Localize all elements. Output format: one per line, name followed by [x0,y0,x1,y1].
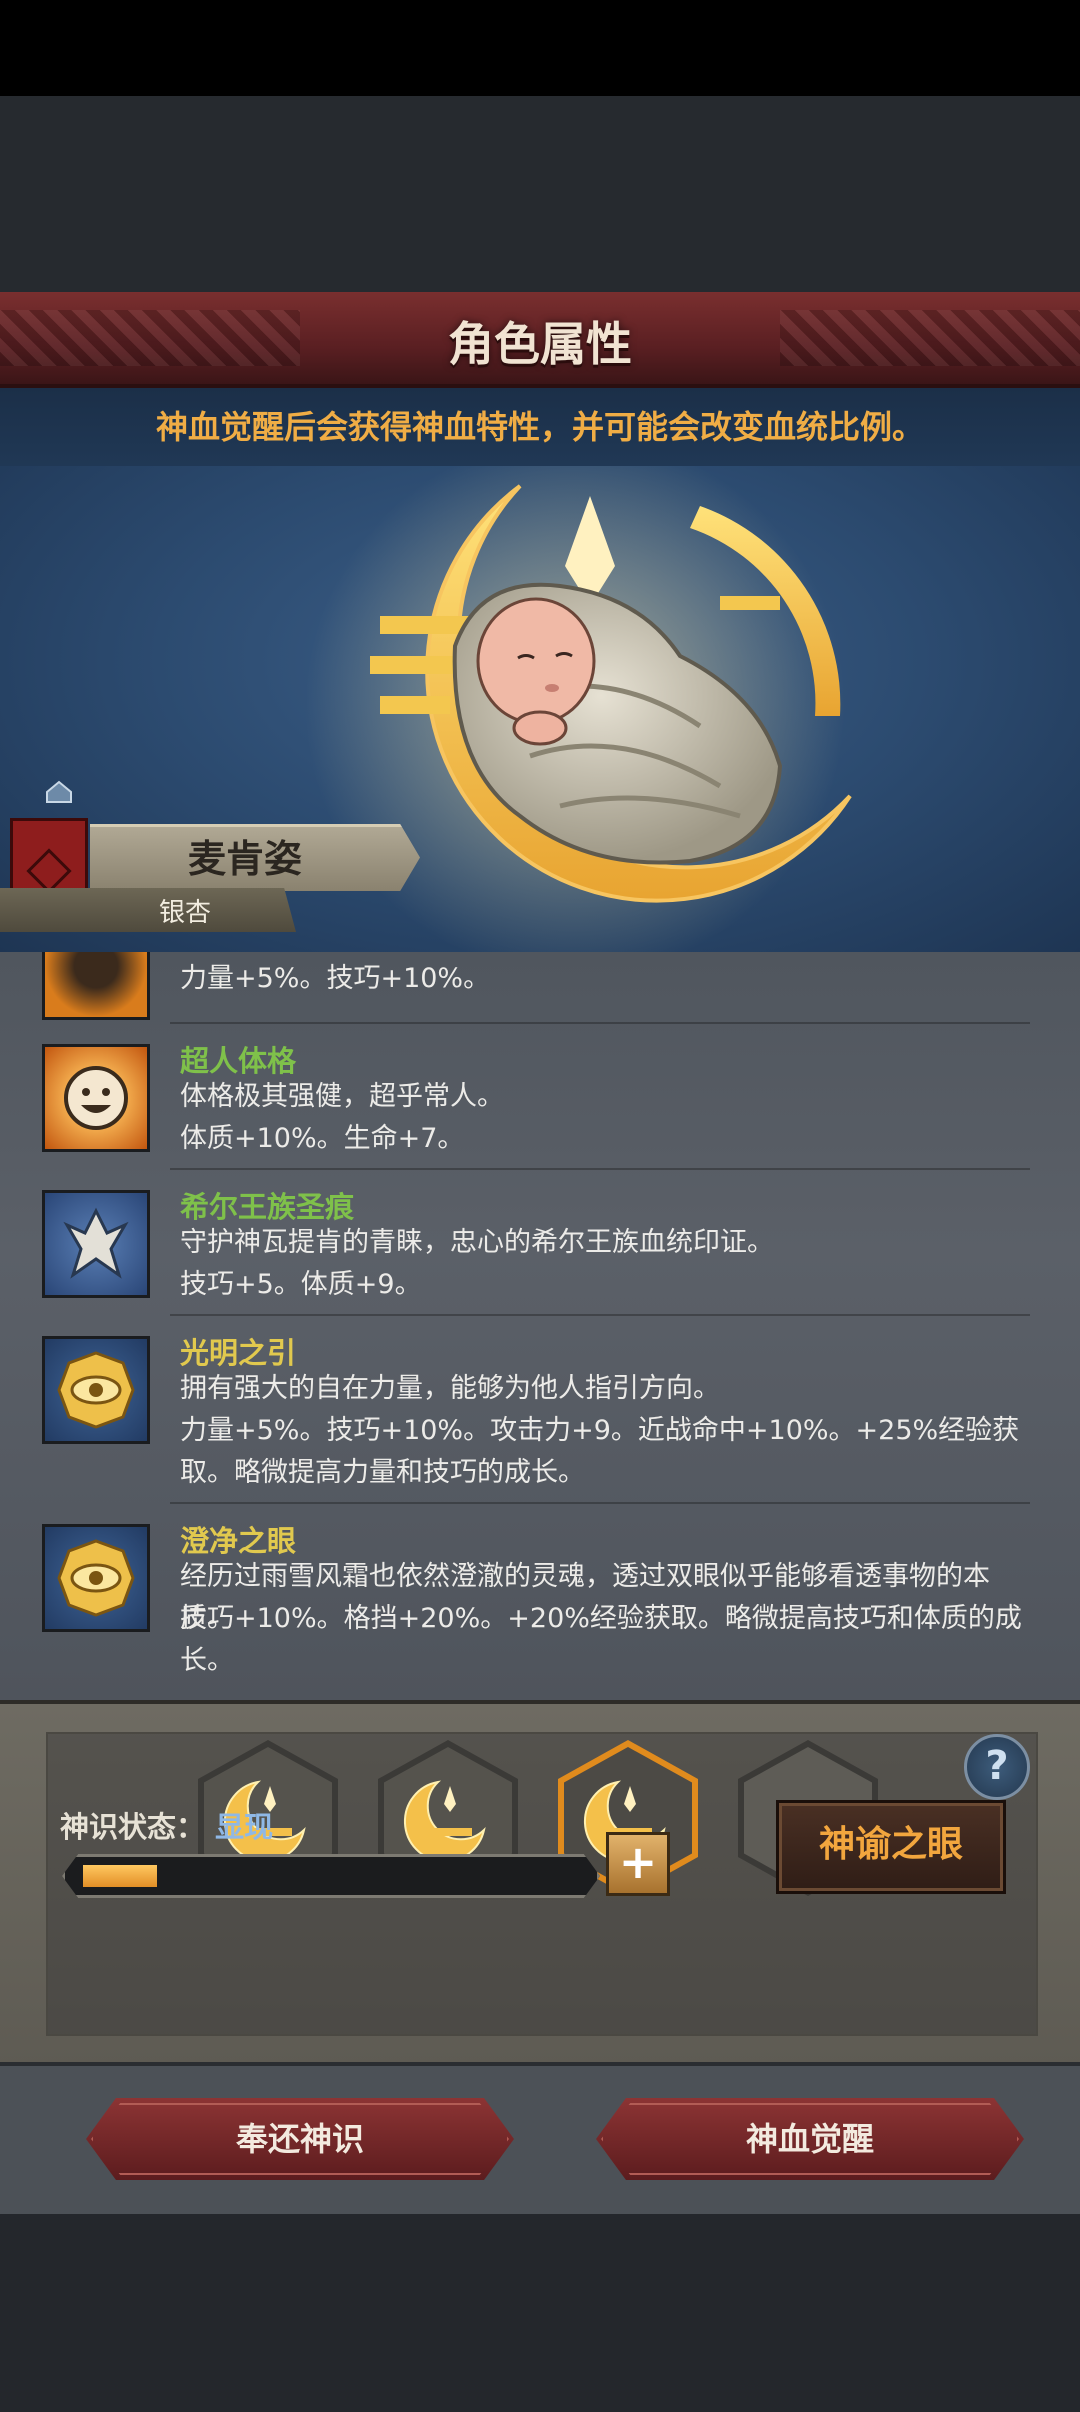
trait-name: 光明之引 [180,1336,297,1370]
return-divinity-label: 奉还神识 [235,2120,364,2158]
flame-face-icon [42,952,150,1020]
status-value: 显现 [215,1810,274,1844]
smiling-sun-icon [42,1044,150,1152]
trait-description: 体格极其强健，超乎常人。 [180,1081,504,1112]
trait-effect: 体质+10%。生命+7。 [180,1123,465,1154]
trait-description: 拥有强大的自在力量，能够为他人指引方向。 [180,1373,720,1404]
golden-eye-icon [42,1336,150,1444]
dim-overlay-bottom[interactable] [0,2214,1080,2412]
oracle-eye-button[interactable]: 神谕之眼 [776,1800,1006,1894]
trait-effect: 力量+5%。技巧+10%。 [180,963,491,994]
divinity-status: 神识状态： 显现 [60,1804,273,1846]
blood-awaken-label: 神血觉醒 [745,2120,874,2158]
panel-title: 角色属性 [448,317,632,371]
trait-effect-cont: 长。 [180,1645,234,1676]
wing-crest-icon [42,1190,150,1298]
return-divinity-button[interactable]: 奉还神识 [86,2098,514,2180]
home-icon [46,780,72,803]
golden-eye-icon [42,1524,150,1632]
trait-name: 希尔王族圣痕 [180,1190,355,1224]
divider [170,1502,1030,1504]
character-name: 麦肯姿 [187,837,302,881]
trait-list[interactable]: …… 力量+5%。技巧+10%。 超人体格 体格极其强健，超乎常人。 体质+10… [0,952,1080,1700]
title-bar: 角色属性 [0,292,1080,388]
character-attributes-panel: 角色属性 神血觉醒后会获得神血特性，并可能会改变血统比例。 麦肯姿 银杏 力量+… [0,292,1080,2218]
progress-fill [83,1865,157,1887]
trait-effect: 技巧+5。体质+9。 [180,1269,422,1300]
character-nameplate: 麦肯姿 银杏 [0,772,430,952]
trait-effect: 技巧+10%。格挡+20%。+20%经验获取。略微提高技巧和体质的成 [180,1603,1022,1634]
trait-description: 守护神瓦提肯的青睐，忠心的希尔王族血统印证。 [180,1227,774,1258]
trait-name: 超人体格 [180,1044,297,1078]
status-label: 神识状态： [60,1810,206,1844]
trait-effect: 力量+5%。技巧+10%。攻击力+9。近战命中+10%。+25%经验获 [180,1415,1020,1446]
help-button[interactable]: ? [964,1734,1030,1800]
dim-overlay-top[interactable] [0,96,1080,292]
add-divinity-button[interactable]: + [606,1832,670,1896]
trait-name: 澄净之眼 [180,1524,297,1558]
divider [170,1022,1030,1024]
divider [170,1168,1030,1170]
divinity-progress-bar [62,1854,600,1898]
awakening-notice: 神血觉醒后会获得神血特性，并可能会改变血统比例。 [0,388,1080,466]
trait-effect-cont: 取。略微提高力量和技巧的成长。 [180,1457,585,1488]
crescent-sigil-icon [403,1780,486,1863]
divider [170,1314,1030,1316]
blood-awaken-button[interactable]: 神血觉醒 [596,2098,1024,2180]
status-bar [0,0,1080,96]
character-sub-label: 银杏 [158,898,211,928]
